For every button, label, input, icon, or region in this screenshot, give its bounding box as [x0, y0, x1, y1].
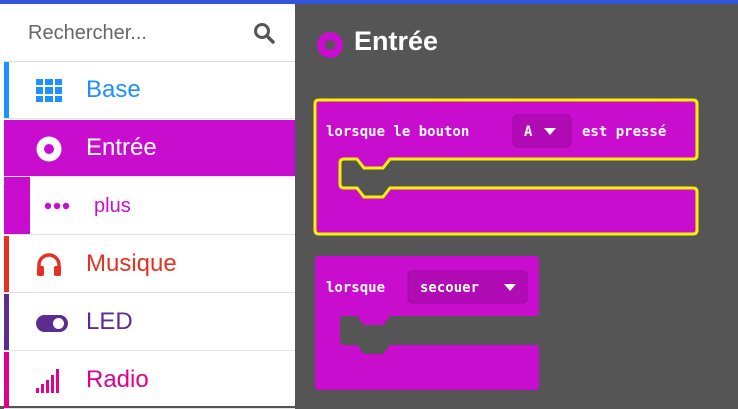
- category-label: Musique: [86, 250, 177, 277]
- category-label: Entrée: [86, 134, 157, 161]
- search-input[interactable]: [28, 20, 248, 46]
- category-label: plus: [94, 195, 131, 217]
- category-radio[interactable]: Radio: [4, 352, 295, 409]
- dropdown-value: A: [524, 124, 533, 140]
- block-on-button-pressed[interactable]: lorsque le bouton A est pressé: [313, 98, 699, 236]
- block-text: lorsque: [326, 280, 385, 296]
- subcategory-indent-bar: [4, 177, 30, 234]
- category-label: Radio: [86, 366, 149, 393]
- category-color-bar: [4, 62, 9, 118]
- dropdown-value: secouer: [420, 280, 479, 296]
- search-box: [4, 4, 295, 62]
- grid-icon: [36, 79, 62, 102]
- search-icon[interactable]: [252, 21, 276, 45]
- button-dropdown[interactable]: A: [512, 114, 572, 148]
- category-label: LED: [86, 308, 133, 335]
- category-entree[interactable]: Entrée: [4, 120, 295, 177]
- block-text: lorsque le bouton: [326, 124, 469, 140]
- signal-bars-icon: [36, 369, 59, 393]
- blocks-canvas: lorsque le bouton A est pressé lorsque s…: [313, 98, 699, 390]
- category-entree-plus[interactable]: plus: [4, 177, 295, 235]
- headphones-icon: [37, 253, 61, 276]
- category-led[interactable]: LED: [4, 294, 295, 351]
- block-text: est pressé: [582, 124, 666, 140]
- category-color-bar: [4, 352, 9, 408]
- category-label: Base: [86, 76, 141, 103]
- block-on-gesture[interactable]: lorsque secouer: [315, 256, 539, 390]
- category-musique[interactable]: Musique: [4, 236, 295, 293]
- radio-button-icon: [36, 136, 62, 162]
- category-base[interactable]: Base: [4, 62, 295, 119]
- toggle-icon: [36, 315, 68, 332]
- gesture-dropdown[interactable]: secouer: [407, 270, 528, 304]
- category-color-bar: [4, 236, 9, 292]
- more-dots-icon: [44, 202, 70, 210]
- category-color-bar: [4, 294, 9, 350]
